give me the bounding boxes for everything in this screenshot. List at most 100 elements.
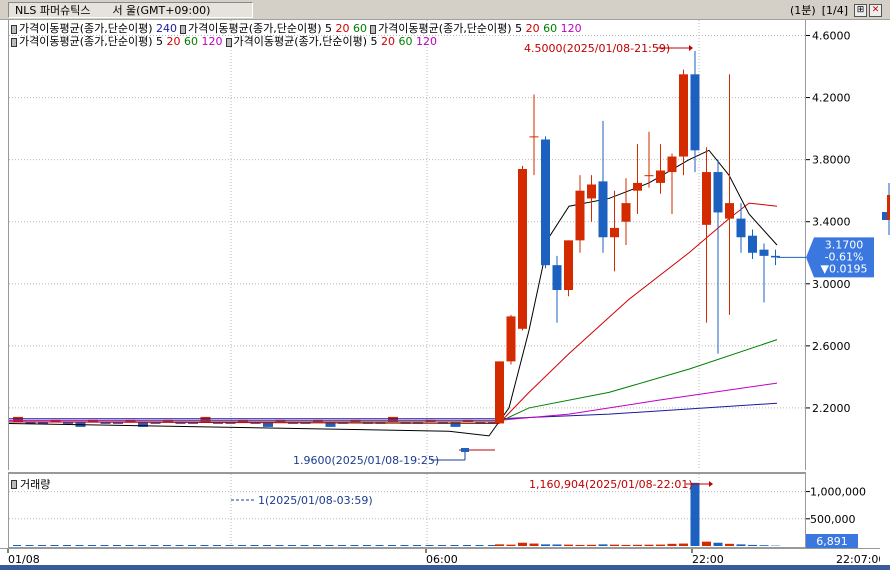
volume-bar xyxy=(736,544,746,546)
volume-bar xyxy=(598,544,608,546)
legend-period: 120 xyxy=(412,35,438,48)
candle xyxy=(388,416,398,422)
volume-panel[interactable]: 거래량 1,160,904(2025/01/08-22:01) 1(2025/01… xyxy=(8,472,806,548)
legend-period: 60 xyxy=(349,22,368,35)
volume-bar xyxy=(575,544,585,546)
volume-bar xyxy=(713,542,723,546)
volume-bar xyxy=(400,545,409,546)
volume-bar xyxy=(113,545,121,546)
time-axis: 01/08 06:00 22:00 22:07:00 xyxy=(0,548,890,566)
legend-period: 60 xyxy=(395,35,413,48)
legend-period: 20 xyxy=(163,35,181,48)
volume-bar xyxy=(350,545,359,546)
volume-bar xyxy=(175,545,184,546)
indicator-toggle-icon[interactable] xyxy=(11,24,17,34)
indicator-legend: 가격이동평균(종가,단순이평) 240 가격이동평균(종가,단순이평) 5 20 … xyxy=(11,22,582,48)
volume-bar xyxy=(13,545,21,546)
legend-period: 20 xyxy=(377,35,396,48)
candle xyxy=(725,74,734,315)
volume-bar xyxy=(667,543,677,546)
legend-period: 20 xyxy=(522,22,540,35)
legend-item[interactable]: 가격이동평균(종가,단순이평) 5 20 60 120 xyxy=(370,22,582,35)
volume-bar xyxy=(748,544,757,546)
indicator-toggle-icon[interactable] xyxy=(225,37,232,47)
candle xyxy=(598,120,608,253)
indicator-toggle-icon[interactable] xyxy=(370,24,377,34)
candle xyxy=(713,159,723,354)
candle xyxy=(541,136,550,269)
volume-bar xyxy=(725,543,734,546)
candle xyxy=(736,203,746,253)
volume-bar xyxy=(759,545,769,547)
volume-high-arrow xyxy=(709,481,713,487)
price-tick-label: 3.0000 xyxy=(812,278,851,291)
legend-item[interactable]: 가격이동평균(종가,단순이평) 240 xyxy=(11,22,177,35)
volume-title-text: 거래량 xyxy=(20,478,51,491)
volume-bar xyxy=(188,545,196,546)
volume-bar xyxy=(656,544,665,546)
legend-label: 가격이동평균(종가,단순이평) xyxy=(378,22,512,35)
volume-bar xyxy=(450,545,459,546)
volume-bar xyxy=(263,545,271,546)
volume-current-value: 6,891 xyxy=(816,535,848,548)
adjacent-chart-edge xyxy=(880,20,890,565)
ma20-line xyxy=(8,202,778,424)
legend-item[interactable]: 가격이동평균(종가,단순이평) 5 20 60 120 xyxy=(11,35,223,48)
legend-period: 120 xyxy=(557,22,582,35)
price-tick-label: 2.6000 xyxy=(812,340,851,353)
indicator-toggle-icon[interactable] xyxy=(180,24,187,34)
volume-bar xyxy=(529,543,539,546)
legend-period: 20 xyxy=(332,22,350,35)
volume-bar xyxy=(250,545,259,546)
candle xyxy=(450,421,461,427)
volume-bar xyxy=(495,544,504,546)
volume-bar xyxy=(388,545,396,546)
volume-bar xyxy=(425,545,434,546)
volume-bar xyxy=(679,543,688,546)
ma5-line xyxy=(8,149,778,437)
volume-axis: 1,000,000 500,000 6,891 xyxy=(806,472,880,548)
close-icon[interactable]: ✕ xyxy=(869,3,882,17)
candle xyxy=(564,240,573,297)
indicator-toggle-icon[interactable] xyxy=(11,37,17,47)
page-indicator[interactable]: [1/4] xyxy=(822,4,848,17)
ma60-line xyxy=(9,339,778,423)
legend-item[interactable]: 가격이동평균(종가,단순이평) 5 20 60 120 xyxy=(225,35,438,48)
price-axis-svg: 4.6000 4.2000 3.8000 3.4000 3.0000 2.6000 2.20… xyxy=(806,30,874,415)
candle xyxy=(13,416,23,422)
symbol-box[interactable]: NLS 파머슈틱스 서 울(GMT+09:00) xyxy=(8,2,253,18)
price-tick-label: 3.8000 xyxy=(812,154,851,167)
legend-period: 240 xyxy=(152,22,178,35)
volume-bar xyxy=(225,545,234,546)
legend-item[interactable]: 가격이동평균(종가,단순이평) 5 20 60 xyxy=(180,22,367,35)
volume-bar xyxy=(275,545,284,546)
legend-period: 5 xyxy=(152,35,164,48)
volume-bar xyxy=(375,545,384,546)
volume-title: 거래량 xyxy=(11,476,50,492)
candle xyxy=(759,243,769,303)
timezone-label: 서 울(GMT+09:00) xyxy=(112,4,211,17)
symbol-name: NLS 파머슈틱스 xyxy=(15,4,91,17)
interval-label[interactable]: (1분) xyxy=(790,2,816,18)
price-plot[interactable]: 가격이동평균(종가,단순이평) 240 가격이동평균(종가,단순이평) 5 20 … xyxy=(8,20,807,470)
legend-label: 가격이동평균(종가,단순이평) xyxy=(19,35,153,48)
volume-bar xyxy=(200,545,209,546)
volume-bar xyxy=(564,544,573,546)
candle xyxy=(495,361,504,424)
volume-bar xyxy=(633,544,642,546)
volume-bar xyxy=(488,545,496,546)
volume-bar xyxy=(25,545,34,546)
next-window-strip xyxy=(0,565,890,570)
price-tick-label: 4.6000 xyxy=(812,30,851,43)
volume-bar xyxy=(75,545,84,546)
price-tick-label: 3.4000 xyxy=(812,216,851,229)
volume-bar xyxy=(438,545,446,546)
volume-bar xyxy=(413,545,421,546)
grid-icon[interactable]: ⊞ xyxy=(854,3,867,17)
volume-bar xyxy=(325,545,334,546)
volume-bar xyxy=(100,545,109,546)
volume-bar xyxy=(518,542,527,546)
volume-bar xyxy=(552,544,562,546)
volume-bar xyxy=(238,545,246,546)
volume-bar xyxy=(88,545,96,546)
